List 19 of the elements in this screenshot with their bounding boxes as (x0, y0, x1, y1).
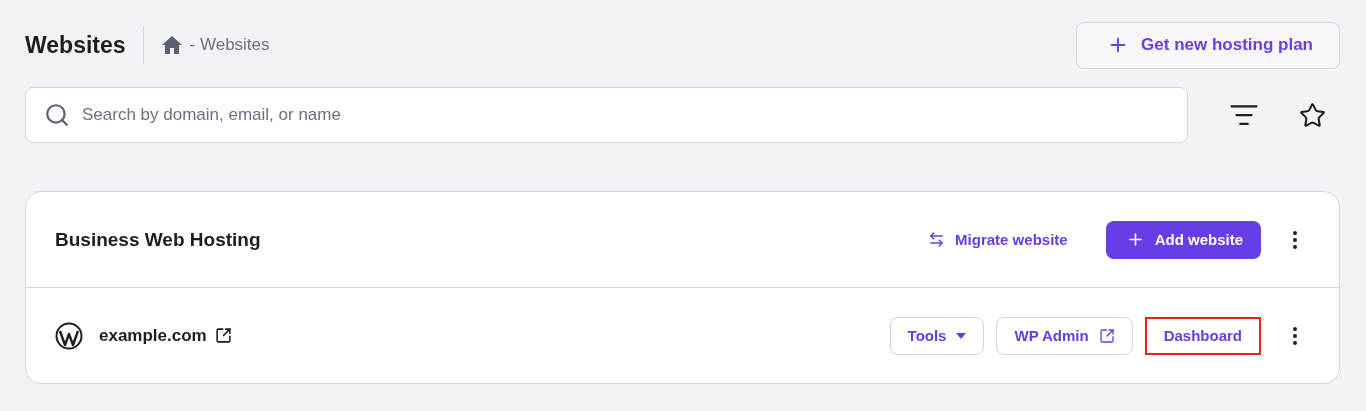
get-new-hosting-plan-button[interactable]: Get new hosting plan (1076, 21, 1340, 69)
tools-dropdown[interactable]: Tools (889, 316, 985, 355)
home-icon[interactable] (161, 36, 182, 54)
add-website-button[interactable]: Add website (1105, 220, 1261, 259)
search-icon (44, 102, 70, 128)
action-button[interactable]: Dashboard (1144, 316, 1261, 355)
website-domain: example.com (99, 325, 207, 346)
external-link-icon[interactable] (214, 327, 232, 344)
caret-icon (956, 332, 967, 339)
plan-title: Business Web Hosting (55, 228, 261, 251)
page-title: Websites (25, 26, 144, 64)
external-link-icon (1098, 327, 1115, 344)
star-icon[interactable] (1299, 101, 1326, 129)
search-field[interactable]: Search by domain, email, or name (25, 87, 1188, 143)
swap-arrows-icon (928, 231, 946, 248)
action-button[interactable]: WP Admin (996, 316, 1133, 355)
wordpress-logo-icon (55, 321, 83, 350)
breadcrumb-text: - Websites (189, 35, 270, 55)
migrate-website-link[interactable]: Migrate website (928, 231, 1068, 248)
